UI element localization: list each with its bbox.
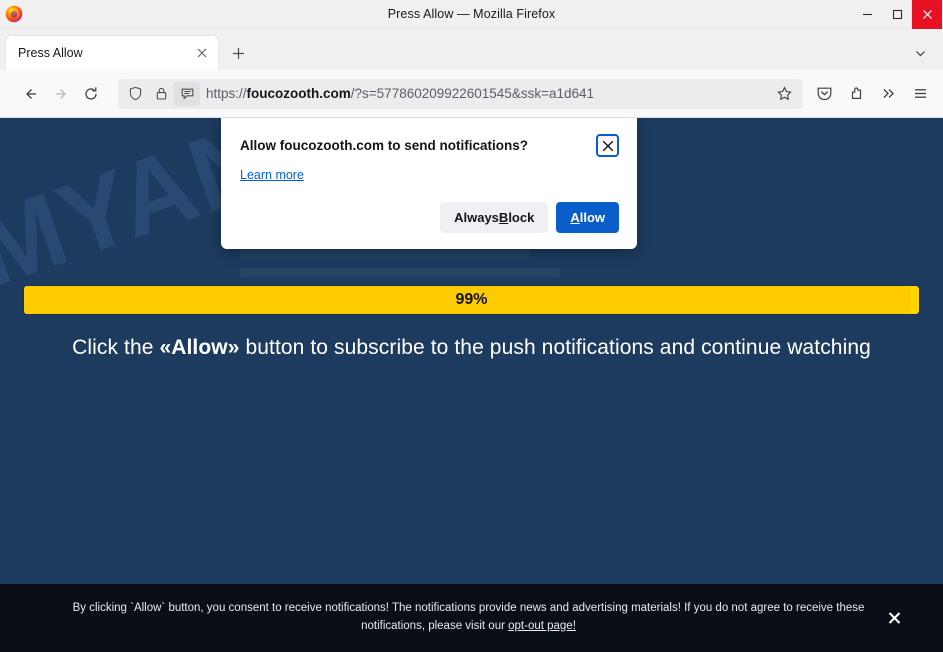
overflow-menu-icon[interactable] bbox=[873, 79, 903, 109]
url-scheme: https:// bbox=[206, 86, 247, 101]
consent-banner-text: By clicking `Allow` button, you consent … bbox=[49, 600, 889, 636]
list-all-tabs-icon[interactable] bbox=[907, 40, 933, 66]
consent-banner: By clicking `Allow` button, you consent … bbox=[0, 584, 943, 652]
permission-header-row: Allow foucozooth.com to send notificatio… bbox=[240, 134, 619, 157]
consent-text-body: By clicking `Allow` button, you consent … bbox=[73, 602, 865, 632]
firefox-window: Press Allow — Mozilla Firefox Press Allo… bbox=[0, 0, 943, 652]
tab-press-allow[interactable]: Press Allow bbox=[6, 36, 218, 70]
notification-permission-popup: Allow foucozooth.com to send notificatio… bbox=[221, 118, 637, 249]
always-block-pre: Always bbox=[454, 210, 499, 225]
forward-icon bbox=[46, 79, 76, 109]
cta-post: button to subscribe to the push notifica… bbox=[240, 336, 871, 359]
back-icon[interactable] bbox=[16, 79, 46, 109]
account-icon[interactable] bbox=[841, 79, 871, 109]
window-title: Press Allow — Mozilla Firefox bbox=[0, 7, 943, 21]
firefox-logo-icon bbox=[5, 5, 23, 23]
close-permission-popup-icon[interactable] bbox=[596, 134, 619, 157]
title-bar: Press Allow — Mozilla Firefox bbox=[0, 0, 943, 29]
close-tab-icon[interactable] bbox=[192, 43, 212, 63]
cta-emphasis: «Allow» bbox=[159, 336, 239, 359]
permission-actions: Always Block Allow bbox=[240, 202, 619, 233]
reload-icon[interactable] bbox=[76, 79, 106, 109]
cta-pre: Click the bbox=[72, 336, 159, 359]
allow-button[interactable]: Allow bbox=[556, 202, 619, 233]
always-block-button[interactable]: Always Block bbox=[440, 202, 548, 233]
ghost-line bbox=[240, 250, 530, 259]
url-bar[interactable]: https://foucozooth.com/?s=57786020992260… bbox=[118, 79, 803, 109]
always-block-post: lock bbox=[508, 210, 534, 225]
call-to-action-text: Click the «Allow» button to subscribe to… bbox=[0, 336, 943, 360]
new-tab-icon[interactable] bbox=[223, 38, 253, 68]
pocket-icon[interactable] bbox=[809, 79, 839, 109]
minimize-button[interactable] bbox=[852, 0, 882, 29]
close-window-button[interactable] bbox=[912, 0, 942, 29]
url-text[interactable]: https://foucozooth.com/?s=57786020992260… bbox=[206, 86, 771, 101]
url-path: /?s=577860209922601545&ssk=a1d641 bbox=[351, 86, 594, 101]
tab-strip: Press Allow bbox=[0, 29, 943, 70]
download-progress-bar: 99% bbox=[24, 286, 919, 314]
url-host: foucozooth.com bbox=[247, 86, 351, 101]
window-controls bbox=[852, 0, 943, 29]
progress-percent-label: 99% bbox=[455, 291, 487, 309]
allow-accel: A bbox=[570, 210, 579, 225]
page-viewport: MYANTISPYWARE.COM 99% Click the «Allow» … bbox=[0, 118, 943, 652]
application-menu-icon[interactable] bbox=[905, 79, 935, 109]
ghost-line bbox=[240, 268, 560, 277]
bookmark-star-icon[interactable] bbox=[771, 82, 797, 106]
padlock-icon[interactable] bbox=[148, 82, 174, 106]
opt-out-page-link[interactable]: opt-out page! bbox=[508, 620, 576, 632]
navigation-toolbar: https://foucozooth.com/?s=57786020992260… bbox=[0, 70, 943, 118]
tracking-protection-shield-icon[interactable] bbox=[122, 82, 148, 106]
maximize-button[interactable] bbox=[882, 0, 912, 29]
notification-permission-icon[interactable] bbox=[174, 82, 200, 106]
close-consent-banner-icon[interactable] bbox=[888, 612, 901, 625]
learn-more-link[interactable]: Learn more bbox=[240, 168, 304, 182]
always-block-accel: B bbox=[499, 210, 508, 225]
toolbar-right-actions bbox=[809, 79, 935, 109]
permission-popup-title: Allow foucozooth.com to send notificatio… bbox=[240, 134, 586, 155]
allow-post: llow bbox=[580, 210, 605, 225]
tab-label: Press Allow bbox=[18, 46, 192, 60]
